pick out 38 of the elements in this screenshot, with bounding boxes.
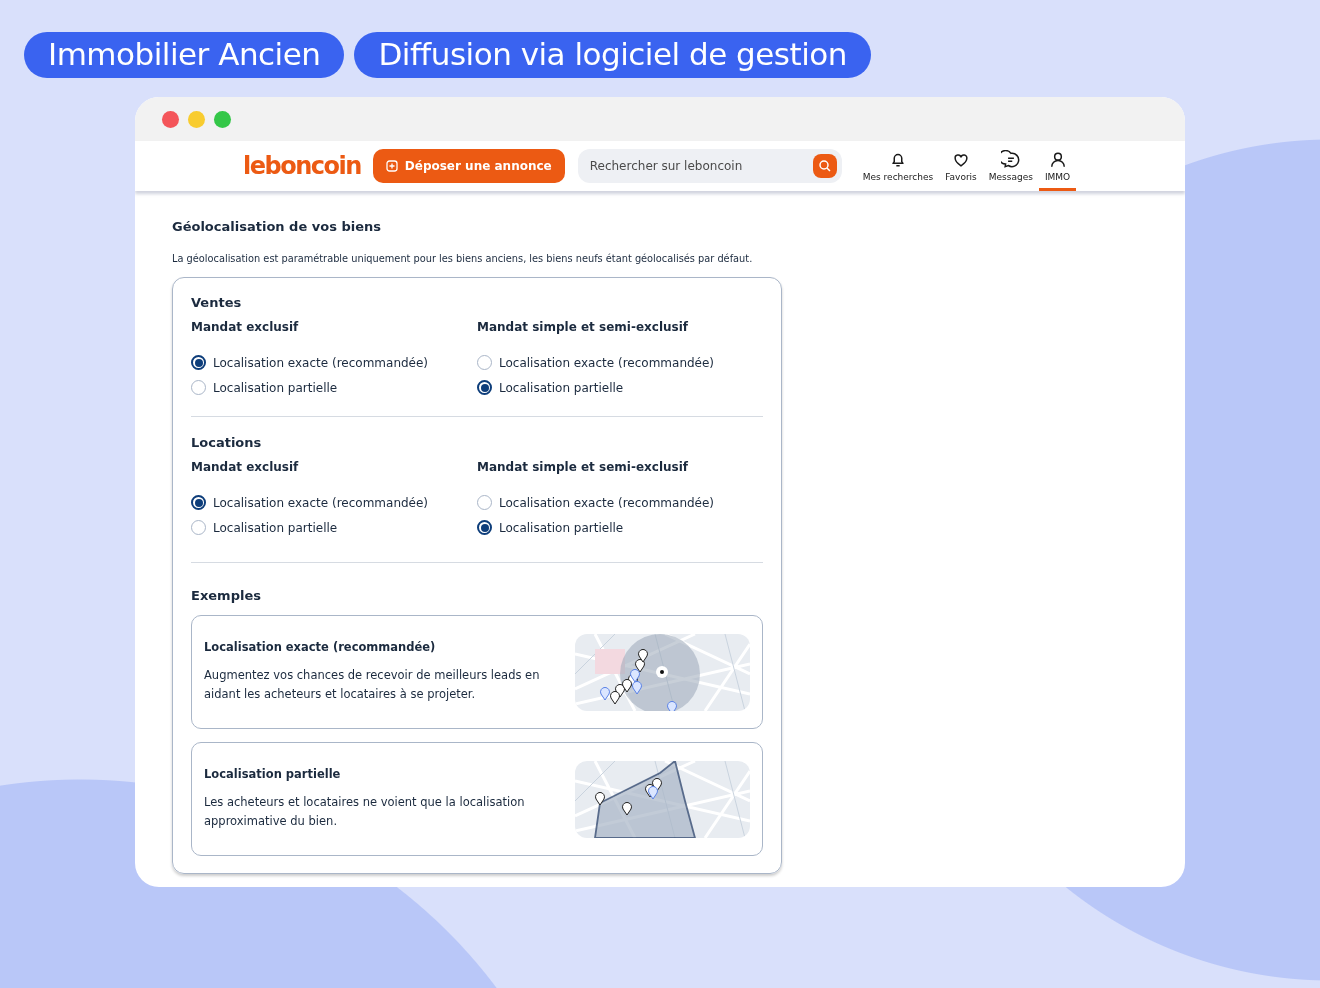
close-window-dot[interactable] <box>162 110 179 128</box>
chat-icon <box>1000 150 1021 170</box>
radio-label[interactable]: Localisation partielle <box>499 520 624 535</box>
minimize-window-dot[interactable] <box>188 110 205 128</box>
category-tag: Diffusion via logiciel de gestion <box>354 32 871 78</box>
search-field[interactable]: Rechercher sur leboncoin <box>577 149 842 183</box>
example-description: Les acheteurs et locataires ne voient que la localisation approximative du bien. <box>204 794 526 830</box>
radio-button[interactable] <box>191 495 206 510</box>
radio-label[interactable]: Localisation exacte (recommandée) <box>213 495 429 510</box>
maximize-window-dot[interactable] <box>214 110 231 128</box>
nav-tab[interactable]: Mes recherches <box>856 141 940 191</box>
section-title: Exemples <box>191 588 262 603</box>
nav-tab[interactable]: Favoris <box>939 141 983 191</box>
nav-tab[interactable]: IMMO <box>1038 141 1077 191</box>
radio-label[interactable]: Localisation partielle <box>499 380 624 395</box>
category-tag: Immobilier Ancien <box>24 32 345 78</box>
search-icon <box>817 159 832 173</box>
example-title: Localisation partielle <box>204 767 342 781</box>
group-heading: Mandat exclusif <box>191 460 300 474</box>
page-description: La géolocalisation est paramétrable uniquement pour les biens anciens, les biens neufs étant géolocalisés par défaut. <box>172 253 754 264</box>
group-heading: Mandat simple et semi-exclusif <box>477 460 690 474</box>
example-description: Augmentez vos chances de recevoir de meilleurs leads en aidant les acheteurs et locataires à se projeter. <box>204 667 541 703</box>
radio-label[interactable]: Localisation exacte (recommandée) <box>213 355 429 370</box>
page-title: Géolocalisation de vos biens <box>172 219 382 234</box>
radio-button[interactable] <box>191 355 206 370</box>
radio-label[interactable]: Localisation partielle <box>213 380 338 395</box>
radio-label[interactable]: Localisation partielle <box>213 520 338 535</box>
group-heading: Mandat exclusif <box>191 320 300 334</box>
radio-label[interactable]: Localisation exacte (recommandée) <box>499 495 715 510</box>
section-title: Locations <box>191 435 263 450</box>
group-heading: Mandat simple et semi-exclusif <box>477 320 690 334</box>
section-title: Ventes <box>191 295 243 310</box>
radio-label[interactable]: Localisation exacte (recommandée) <box>499 355 715 370</box>
example-title: Localisation exacte (recommandée) <box>204 640 437 654</box>
radio-button[interactable] <box>477 380 492 395</box>
radio-button[interactable] <box>477 520 492 535</box>
plus-square-icon <box>385 160 398 172</box>
nav-tab[interactable]: Messages <box>982 141 1039 191</box>
